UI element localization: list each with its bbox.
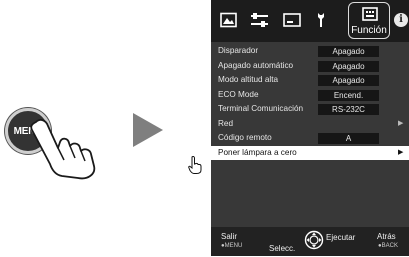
execute-label: Ejecutar [326,233,356,242]
tab-function[interactable]: Función [348,2,390,39]
menu-row-label: ECO Mode [218,89,259,99]
menu-list: Disparador Apagado Apagado automático Ap… [211,44,409,160]
adjust-sliders-icon[interactable] [250,12,269,28]
dpad-icon [304,230,324,250]
menu-row-trigger[interactable]: Disparador Apagado [211,44,409,59]
chevron-right-icon: ▶ [398,119,404,127]
menu-row-label: Terminal Comunicación [218,104,304,113]
settings-wrench-icon[interactable] [316,12,326,28]
menu-row-communication-terminal[interactable]: Terminal Comunicación RS-232C [211,102,409,117]
menu-row-eco-mode[interactable]: ECO Mode Encend. [211,88,409,103]
exit-label: Salir [221,232,238,241]
chevron-right-icon: ▶ [398,148,404,156]
picture-icon[interactable] [220,12,237,28]
info-icon[interactable]: i [394,13,408,27]
menu-row-value: Encend. [318,89,379,101]
menu-row-high-altitude[interactable]: Modo altitud alta Apagado [211,73,409,88]
menu-tab-bar: Función i [211,0,409,42]
menu-row-auto-off[interactable]: Apagado automático Apagado [211,59,409,74]
tab-function-label: Función [351,25,387,36]
menu-row-value: RS-232C [318,104,379,115]
menu-row-remote-code[interactable]: Código remoto A [211,131,409,146]
menu-row-network[interactable]: Red ▶ [211,117,409,132]
back-key-hint: ●BACK [378,243,398,249]
menu-row-value: Apagado [318,60,379,72]
menu-row-lamp-reset[interactable]: Poner lámpara a cero ▶ [211,145,409,160]
select-label: Selecc. [269,244,296,253]
display-icon[interactable] [283,12,301,28]
menu-row-value: Apagado [318,46,379,57]
exit-key-hint: ●MENU [221,243,243,249]
next-step-arrow-icon [133,113,163,147]
menu-row-label: Apagado automático [218,60,294,70]
function-keyboard-icon [362,7,378,21]
menu-row-value: Apagado [318,75,379,86]
menu-row-label: Disparador [218,46,259,55]
back-label: Atrás [377,232,396,241]
menu-row-label: Modo altitud alta [218,75,279,84]
menu-row-value: A [318,133,379,144]
pressing-hand-icon [30,119,96,180]
menu-row-label: Red [218,118,234,128]
menu-row-label: Poner lámpara a cero [218,147,297,157]
osd-menu-panel: Función i Disparador Apagado Apagado aut… [211,0,409,256]
osd-footer: Salir ●MENU Selecc. Ejecutar Atrás ●BACK [211,227,409,256]
pointer-hand-icon [188,156,202,174]
menu-row-label: Código remoto [218,133,272,142]
